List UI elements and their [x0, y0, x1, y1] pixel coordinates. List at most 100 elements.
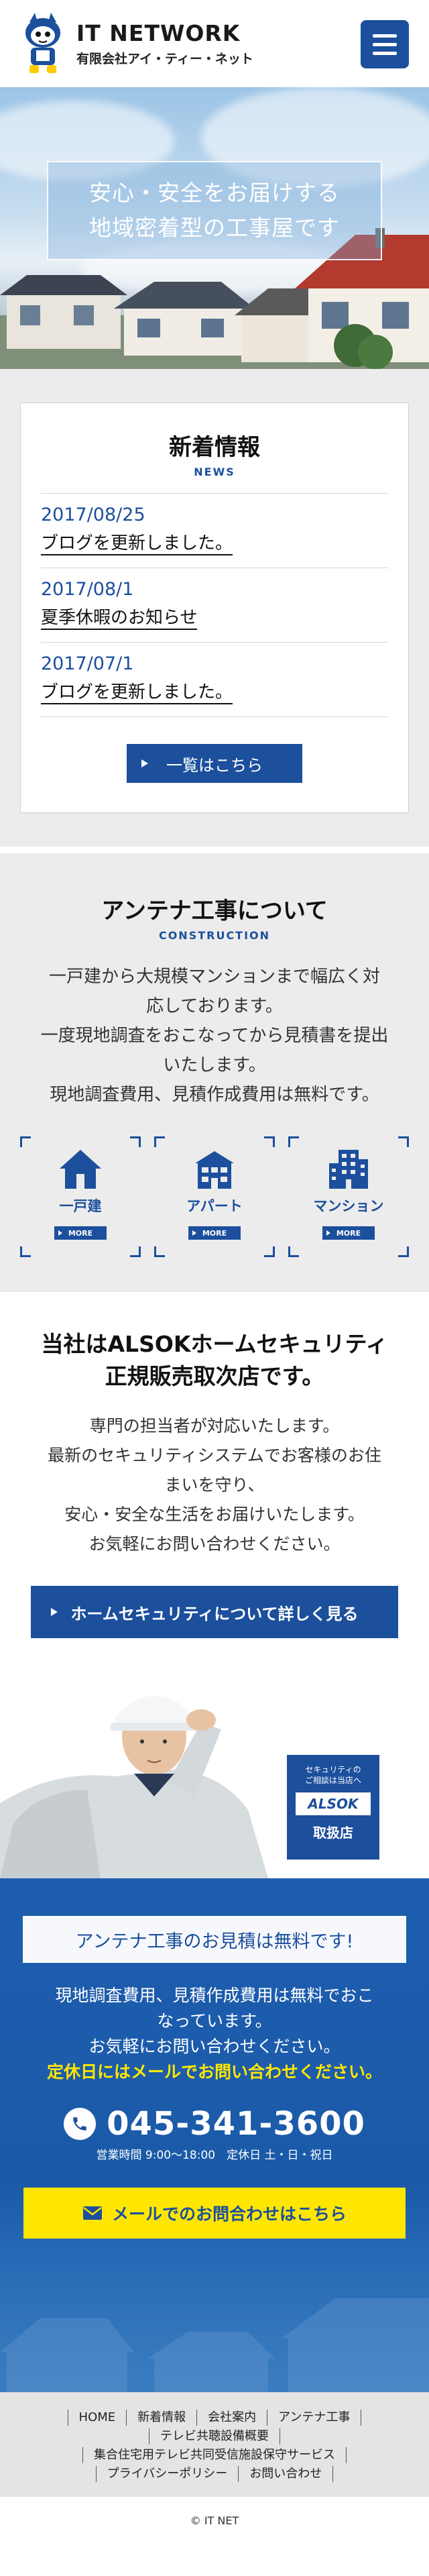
home-security-button[interactable]: ホームセキュリティについて詳しく見る — [31, 1586, 398, 1638]
category-label: 一戸建 — [59, 1198, 102, 1214]
news-item[interactable]: 2017/07/1 ブログを更新しました。 — [41, 643, 388, 717]
antenna-description: 一戸建から大規模マンションまで幅広く対 応しております。 一度現地調査をおこなっ… — [20, 962, 409, 1110]
category-detached-house[interactable]: 一戸建 MORE — [20, 1136, 141, 1257]
phone-icon — [64, 2108, 97, 2140]
footer-link-tv-shared[interactable]: テレビ共聴設備概要 — [149, 2428, 280, 2445]
home-security-button-label: ホームセキュリティについて詳しく見る — [70, 1604, 359, 1623]
worker-photo: セキュリティの ご相談は当店へ ALSOK 取扱店 — [0, 1656, 429, 1878]
alsok-dealer-badge: セキュリティの ご相談は当店へ ALSOK 取扱店 — [287, 1755, 379, 1860]
alsok-description: 専門の担当者が対応いたします。 最新のセキュリティシステムでお客様のお住 まいを… — [20, 1411, 409, 1559]
news-subtitle: NEWS — [194, 466, 235, 478]
news-card: 新着情報 NEWS 2017/08/25 ブログを更新しました。 2017/08… — [20, 402, 409, 813]
footer-nav: HOME 新着情報 会社案内 アンテナ工事 テレビ共聴設備概要 集合住宅用テレビ… — [0, 2392, 429, 2497]
news-section: 新着情報 NEWS 2017/08/25 ブログを更新しました。 2017/08… — [0, 369, 429, 847]
news-title: 新着情報 — [169, 434, 260, 461]
hero-catchphrase: 安心・安全をお届けする 地域密着型の工事屋です — [47, 161, 382, 260]
news-list-button-label: 一覧はこちら — [166, 755, 263, 775]
alsok-desc-line: お気軽にお問い合わせください。 — [88, 1534, 341, 1554]
antenna-subtitle: CONSTRUCTION — [158, 929, 271, 942]
page: IT NETWORK 有限会社アイ・ティー・ネット 安心・安全をお届けする 地域… — [0, 0, 429, 2544]
alsok-desc-line: まいを守り、 — [164, 1475, 265, 1495]
hamburger-menu-icon — [373, 34, 397, 38]
antenna-categories: 一戸建 MORE アパート MORE マンション MORE — [20, 1136, 409, 1257]
copyright: © IT NET — [0, 2497, 429, 2544]
mascot-logo-icon[interactable] — [20, 13, 66, 74]
footer-nav-row: プライバシーポリシー お問い合わせ — [13, 2466, 416, 2482]
alsok-logo: ALSOK — [296, 1792, 371, 1815]
antenna-desc-line: 一戸建から大規模マンションまで幅広く対 — [48, 967, 380, 987]
news-list: 2017/08/25 ブログを更新しました。 2017/08/1 夏季休暇のお知… — [41, 493, 388, 717]
more-button[interactable]: MORE — [54, 1226, 107, 1240]
more-button[interactable]: MORE — [188, 1226, 241, 1240]
footer-link-company[interactable]: 会社案内 — [196, 2410, 267, 2426]
estimate-desc-line: お気軽にお問い合わせください。 — [88, 2037, 341, 2056]
news-item[interactable]: 2017/08/1 夏季休暇のお知らせ — [41, 568, 388, 643]
hero-banner: 安心・安全をお届けする 地域密着型の工事屋です — [0, 87, 429, 369]
antenna-desc-line: 一度現地調査をおこなってから見積書を提出 — [40, 1026, 389, 1046]
footer-nav-row: HOME 新着情報 会社案内 アンテナ工事 — [13, 2410, 416, 2426]
badge-text-top-1: セキュリティの — [305, 1765, 361, 1774]
antenna-desc-line: 応しております。 — [146, 996, 283, 1016]
category-label: アパート — [186, 1198, 243, 1214]
alsok-desc-line: 最新のセキュリティシステムでお客様のお住 — [48, 1446, 381, 1465]
footer-link-antenna[interactable]: アンテナ工事 — [267, 2410, 362, 2426]
site-header: IT NETWORK 有限会社アイ・ティー・ネット — [0, 0, 429, 87]
footer-link-maintenance[interactable]: 集合住宅用テレビ共同受信施設保守サービス — [82, 2447, 347, 2463]
site-title: IT NETWORK — [76, 20, 241, 46]
category-mansion[interactable]: マンション MORE — [288, 1136, 409, 1257]
estimate-desc-line: 現地調査費用、見積作成費用は無料でおこ — [55, 1986, 374, 2005]
phone-number[interactable]: 045-341-3600 — [107, 2105, 365, 2143]
badge-text-bottom: 取扱店 — [313, 1825, 353, 1841]
alsok-desc-line: 安心・安全な生活をお届けいたします。 — [64, 1505, 365, 1524]
more-button[interactable]: MORE — [322, 1226, 375, 1240]
hamburger-line — [373, 51, 397, 55]
alsok-title-line-2: 正規販売取次店です。 — [105, 1363, 324, 1389]
phone-contact[interactable]: 045-341-3600 — [20, 2105, 409, 2143]
arrow-right-icon — [51, 1608, 58, 1616]
badge-text-top-2: ご相談は当店へ — [304, 1776, 361, 1785]
hero-line-1: 安心・安全をお届けする — [89, 180, 340, 206]
estimate-description: 現地調査費用、見積作成費用は無料でおこ なっています。 お気軽にお問い合わせくだ… — [20, 1983, 409, 2059]
news-link[interactable]: 夏季休暇のお知らせ — [41, 604, 198, 630]
footer-link-contact[interactable]: お問い合わせ — [238, 2466, 334, 2482]
arrow-right-icon — [141, 759, 148, 767]
antenna-section: アンテナ工事について CONSTRUCTION 一戸建から大規模マンションまで幅… — [0, 847, 429, 1292]
estimate-title: アンテナ工事のお見積は無料です! — [75, 1931, 354, 1952]
site-footer: HOME 新着情報 会社案内 アンテナ工事 テレビ共聴設備概要 集合住宅用テレビ… — [0, 2392, 429, 2544]
news-link[interactable]: ブログを更新しました。 — [41, 529, 233, 555]
estimate-desc-line: なっています。 — [157, 2011, 272, 2031]
alsok-section: 当社はALSOKホームセキュリティ 正規販売取次店です。 専門の担当者が対応いた… — [0, 1292, 429, 1878]
news-link[interactable]: ブログを更新しました。 — [41, 678, 233, 704]
news-date: 2017/07/1 — [41, 653, 134, 674]
news-list-button[interactable]: 一覧はこちら — [127, 744, 302, 783]
alsok-title-line-1: 当社はALSOKホームセキュリティ — [41, 1331, 388, 1357]
category-apartment[interactable]: アパート MORE — [154, 1136, 275, 1257]
apartment-icon — [195, 1151, 234, 1189]
news-item[interactable]: 2017/08/25 ブログを更新しました。 — [41, 494, 388, 568]
estimate-title-box: アンテナ工事のお見積は無料です! — [23, 1916, 406, 1963]
hamburger-line — [373, 42, 397, 46]
estimate-highlight: 定休日にはメールでお問い合わせください。 — [46, 2062, 382, 2082]
hamburger-menu-button[interactable] — [361, 20, 409, 68]
alsok-desc-line: 専門の担当者が対応いたします。 — [89, 1416, 340, 1436]
hero-line-2: 地域密着型の工事屋です — [89, 215, 340, 241]
news-date: 2017/08/1 — [41, 579, 134, 600]
company-name: 有限会社アイ・ティー・ネット — [76, 52, 253, 66]
logo-text[interactable]: IT NETWORK 有限会社アイ・ティー・ネット — [76, 20, 253, 67]
antenna-title: アンテナ工事について — [101, 898, 328, 924]
antenna-desc-line: 現地調査費用、見積作成費用は無料です。 — [50, 1085, 379, 1105]
antenna-desc-line: いたします。 — [163, 1055, 266, 1075]
footer-link-privacy[interactable]: プライバシーポリシー — [95, 2466, 239, 2482]
footer-nav-row: テレビ共聴設備概要 — [13, 2428, 416, 2445]
town-silhouette — [0, 2298, 429, 2392]
building-icon — [329, 1150, 368, 1189]
estimate-section: アンテナ工事のお見積は無料です! 現地調査費用、見積作成費用は無料でおこ なって… — [0, 1878, 429, 2392]
business-hours: 営業時間 9:00～18:00 定休日 土・日・祝日 — [96, 2149, 333, 2162]
alsok-title: 当社はALSOKホームセキュリティ 正規販売取次店です。 — [20, 1328, 409, 1393]
footer-nav-row: 集合住宅用テレビ共同受信施設保守サービス — [13, 2447, 416, 2463]
footer-link-home[interactable]: HOME — [67, 2410, 127, 2426]
news-date: 2017/08/25 — [41, 504, 145, 525]
house-icon — [60, 1150, 101, 1189]
footer-link-news[interactable]: 新着情報 — [126, 2410, 196, 2426]
category-label: マンション — [313, 1198, 384, 1214]
